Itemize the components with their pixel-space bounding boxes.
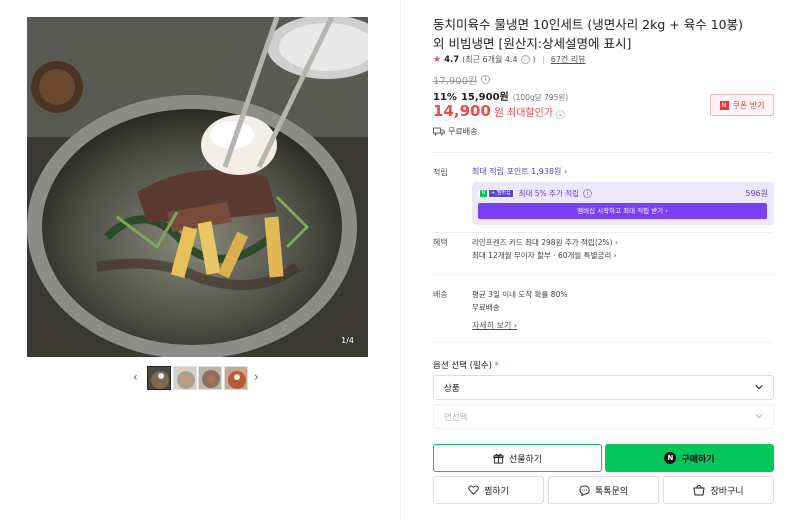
membership-info-icon[interactable]: i bbox=[583, 189, 593, 198]
benefits-row-label: 혜택 bbox=[433, 238, 448, 247]
talk-inquiry-label: 톡톡문의 bbox=[594, 486, 629, 497]
product-gallery: 1/4 ‹ › bbox=[0, 0, 400, 520]
product-info-panel: 동치미육수 물냉면 10인세트 (냉면사리 2kg + 육수 10봉) 외 비빔… bbox=[433, 0, 774, 520]
star-icon: ★ bbox=[433, 54, 442, 65]
discount-price: 15,900원 bbox=[460, 92, 509, 103]
rating-score: 4.7 bbox=[444, 54, 460, 65]
option-label-text: 옵션 선택 (필수) bbox=[433, 361, 492, 371]
membership-points-box: N + 멤버십 최대 5% 추가 적립 i 596원 멤버십 시작하고 최대 적… bbox=[472, 182, 774, 225]
membership-extra-amount: 596원 bbox=[745, 189, 768, 198]
column-divider bbox=[400, 0, 401, 520]
truck-icon bbox=[433, 127, 445, 136]
cart-label: 장바구니 bbox=[710, 486, 744, 497]
buy-label: 구매하기 bbox=[681, 454, 715, 465]
talk-inquiry-button[interactable]: 톡톡문의 bbox=[548, 476, 659, 504]
price-info-icon[interactable]: i bbox=[481, 75, 491, 84]
chevron-down-icon[interactable]: ⌄ bbox=[556, 110, 566, 119]
wishlist-button[interactable]: 찜하기 bbox=[433, 476, 544, 504]
gift-label: 선물하기 bbox=[508, 454, 543, 465]
rating-detail-close: ) bbox=[532, 55, 536, 64]
gift-button[interactable]: 선물하기 bbox=[433, 444, 602, 472]
discount-row: 11% 15,900원 (100g당 795원) bbox=[433, 88, 568, 103]
thumbnail-3[interactable] bbox=[198, 366, 222, 390]
delivery-fee: 무료배송 bbox=[472, 303, 500, 312]
original-price-row: 17,900원 i bbox=[433, 72, 491, 87]
main-product-image[interactable]: 1/4 bbox=[27, 17, 368, 357]
final-price-currency: 원 bbox=[493, 106, 505, 119]
next-image-button[interactable]: › bbox=[254, 370, 259, 384]
cart-button[interactable]: 장바구니 bbox=[663, 476, 774, 504]
shipping-label: 무료배송 bbox=[448, 127, 478, 136]
delivery-detail-link[interactable]: 자세히 보기 › bbox=[472, 320, 517, 331]
wishlist-label: 찜하기 bbox=[484, 486, 509, 497]
naver-icon: N bbox=[480, 190, 487, 197]
prev-image-button[interactable]: ‹ bbox=[133, 370, 138, 384]
coupon-button[interactable]: N 쿠폰 받기 bbox=[710, 94, 774, 116]
noodle-select-placeholder: 면선택 bbox=[444, 412, 468, 423]
thumbnail-2[interactable] bbox=[173, 366, 197, 390]
chevron-down-icon bbox=[755, 385, 763, 390]
membership-badge: N + 멤버십 bbox=[478, 189, 515, 198]
membership-plus-label: + 멤버십 bbox=[489, 190, 513, 197]
points-row-label: 적립 bbox=[433, 168, 448, 177]
info-icon[interactable]: i bbox=[520, 55, 530, 64]
rating-detail: (최근 6개월 4.4 bbox=[462, 55, 518, 64]
heart-icon bbox=[468, 485, 479, 495]
naver-pay-icon: N bbox=[664, 452, 677, 464]
final-price: 14,900 bbox=[433, 102, 491, 120]
naengmyeon-photo bbox=[27, 17, 368, 357]
shipping-row: 무료배송 bbox=[433, 126, 477, 137]
divider bbox=[433, 232, 774, 233]
buy-button[interactable]: N 구매하기 bbox=[605, 444, 774, 472]
max-points-link[interactable]: 최대 적립 포인트 1,938원 › bbox=[472, 166, 567, 177]
card-benefit-link[interactable]: 라인프렌즈 카드 최대 298원 추가 적립(2%) › bbox=[472, 237, 618, 248]
final-price-row: 14,900 원 최대할인가 ⌄ bbox=[433, 102, 566, 120]
chevron-down-icon bbox=[755, 414, 763, 419]
delivery-row-label: 배송 bbox=[433, 290, 448, 299]
option-label: 옵션 선택 (필수) * bbox=[433, 359, 499, 371]
product-select-value: 상품 bbox=[444, 383, 460, 394]
image-counter: 1/4 bbox=[341, 336, 354, 345]
rating-row: ★ 4.7 (최근 6개월 4.4 i ) 67건 리뷰 bbox=[433, 54, 586, 65]
product-select[interactable]: 상품 bbox=[433, 375, 774, 400]
coupon-icon: N bbox=[719, 100, 729, 110]
delivery-eta: 평균 3일 이내 도착 확률 80% bbox=[472, 290, 568, 299]
cart-icon bbox=[693, 484, 706, 495]
review-link[interactable]: 67건 리뷰 bbox=[551, 54, 586, 65]
membership-extra-row: N + 멤버십 최대 5% 추가 적립 i bbox=[478, 188, 593, 199]
chat-bubble-icon bbox=[579, 484, 590, 496]
product-title: 동치미육수 물냉면 10인세트 (냉면사리 2kg + 육수 10봉) 외 비빔… bbox=[433, 17, 743, 51]
divider bbox=[433, 274, 774, 275]
thumbnail-4[interactable] bbox=[224, 366, 248, 390]
divider bbox=[433, 152, 774, 153]
required-mark: * bbox=[494, 361, 499, 371]
start-membership-button[interactable]: 멤버십 시작하고 최대 적립 받기 › bbox=[478, 203, 767, 219]
membership-extra-text: 최대 5% 추가 적립 bbox=[518, 189, 580, 198]
installment-benefit-link[interactable]: 최대 12개월 무이자 할부 · 60개월 특별금리 › bbox=[472, 250, 617, 261]
separator bbox=[542, 55, 544, 64]
coupon-label: 쿠폰 받기 bbox=[732, 100, 765, 110]
divider bbox=[433, 342, 774, 343]
original-price: 17,900원 bbox=[433, 76, 478, 87]
max-discount-label[interactable]: 최대할인가 bbox=[507, 104, 553, 119]
thumbnail-strip: ‹ › bbox=[0, 366, 400, 390]
gift-icon bbox=[493, 453, 504, 464]
thumbnail-1[interactable] bbox=[147, 366, 171, 390]
noodle-select[interactable]: 면선택 bbox=[433, 404, 774, 429]
